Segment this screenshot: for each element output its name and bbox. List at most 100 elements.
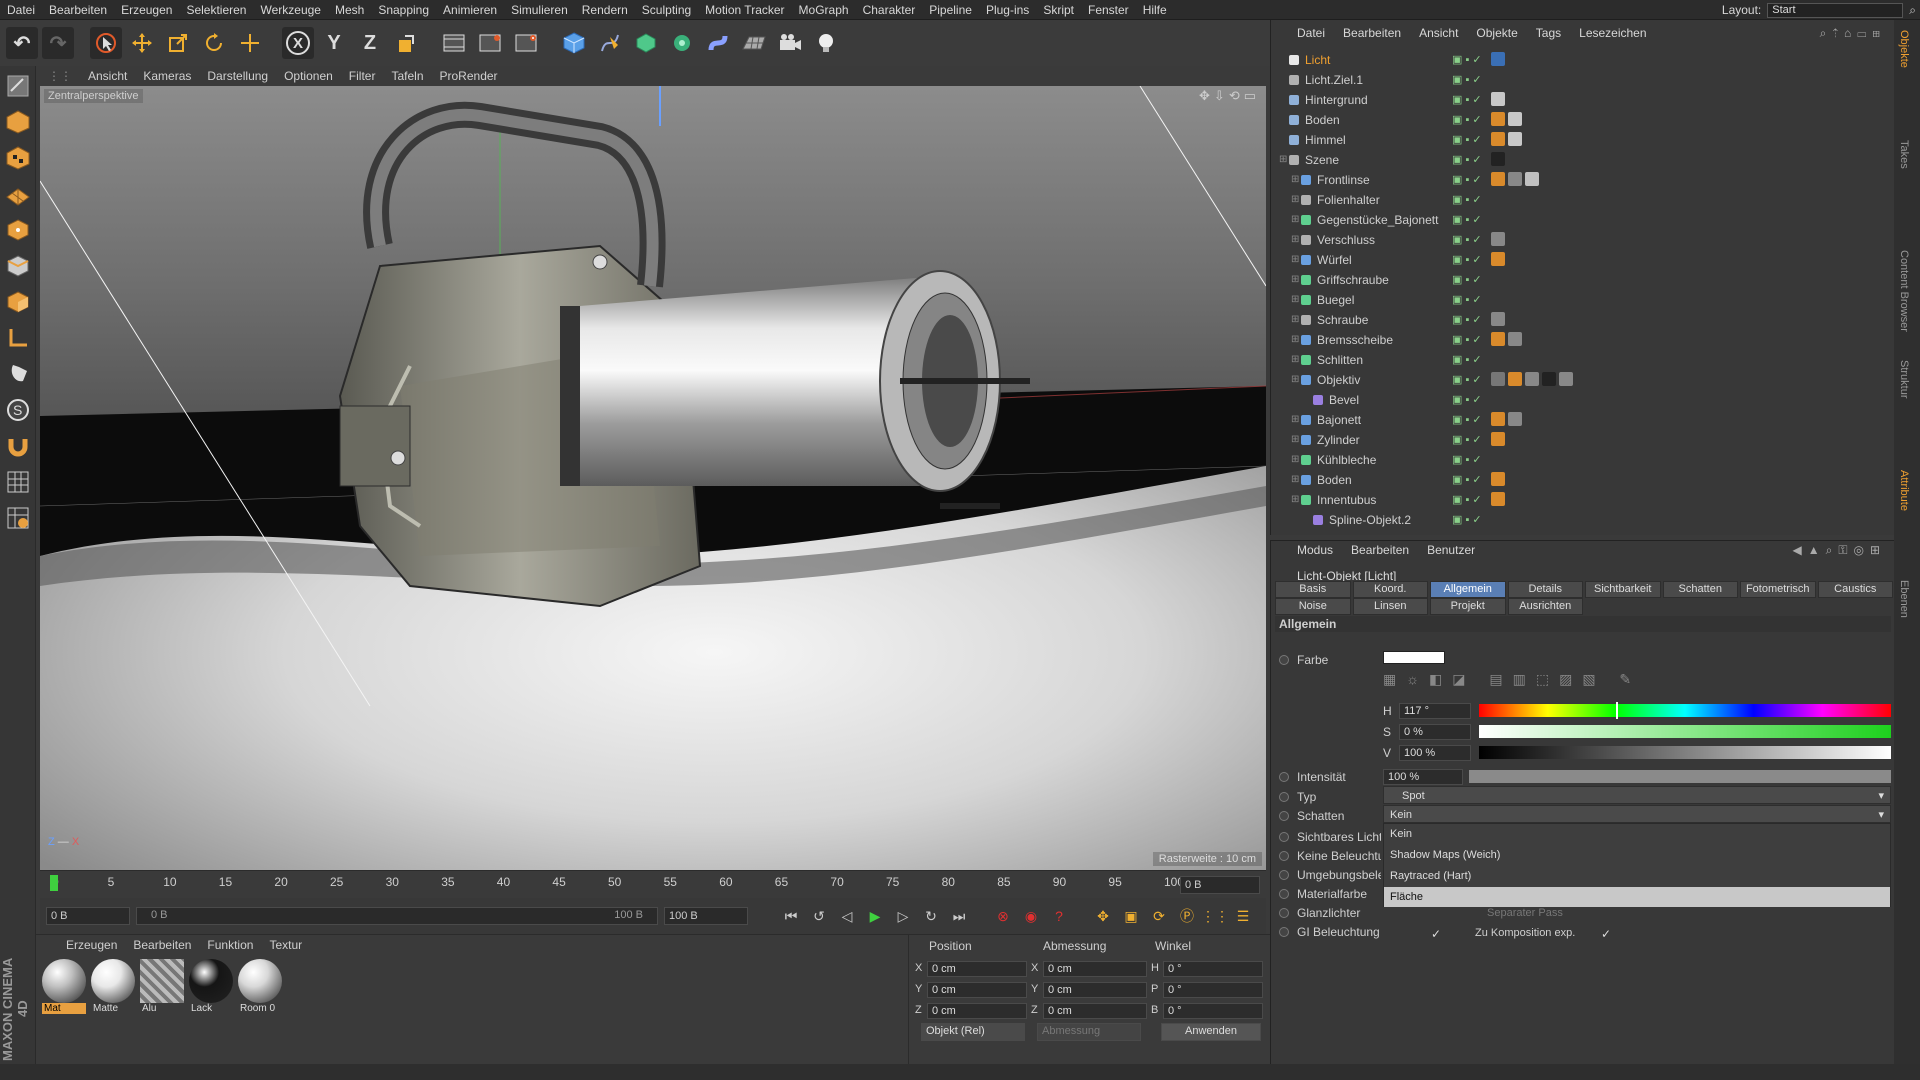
expand-icon[interactable]: ⊞ [1291,310,1299,330]
tag-icon[interactable] [1491,332,1505,346]
visibility-toggles[interactable]: ▣ ▪ ✓ [1452,333,1492,347]
visibility-toggles[interactable]: ▣ ▪ ✓ [1452,153,1492,167]
rotate-tool-icon[interactable] [198,27,230,59]
workplane-mode-icon[interactable] [2,178,34,210]
attribute-menu-item[interactable]: Benutzer [1427,543,1475,557]
edges-mode-icon[interactable] [2,250,34,282]
camera-icon[interactable] [774,27,806,59]
object-row[interactable]: Licht.Ziel.1 ▣ ▪ ✓ [1277,70,1887,90]
render-settings-icon[interactable] [510,27,542,59]
axis-mode-icon[interactable] [2,322,34,354]
param-anim-dot[interactable] [1279,851,1289,861]
menu-item[interactable]: Erzeugen [114,0,179,20]
expand-icon[interactable]: ⊞ [1291,230,1299,250]
go-to-end-icon[interactable]: ⏭ [948,905,970,927]
polygons-mode-icon[interactable] [2,286,34,318]
menu-item[interactable]: Snapping [371,0,436,20]
menu-item[interactable]: Skript [1036,0,1081,20]
hue-slider[interactable] [1479,704,1891,717]
visibility-toggles[interactable]: ▣ ▪ ✓ [1452,473,1492,487]
object-row[interactable]: ⊞ Kühlbleche ▣ ▪ ✓ [1277,450,1887,470]
go-to-start-icon[interactable]: ⏮ [780,905,802,927]
points-mode-icon[interactable] [2,214,34,246]
param-anim-dot[interactable] [1279,908,1289,918]
param-anim-dot[interactable] [1279,927,1289,937]
visibility-toggles[interactable]: ▣ ▪ ✓ [1452,93,1492,107]
visibility-toggles[interactable]: ▣ ▪ ✓ [1452,293,1492,307]
zu-komposition-check[interactable]: ✓ [1601,927,1611,941]
expand-icon[interactable]: ⊞ [1291,450,1299,470]
tag-icon[interactable] [1491,492,1505,506]
expand-icon[interactable]: ⊞ [1291,190,1299,210]
h-field[interactable]: 117 ° [1399,703,1471,719]
object-row[interactable]: Licht ▣ ▪ ✓ [1277,50,1887,70]
make-editable-icon[interactable] [2,70,34,102]
timeline-ruler[interactable]: 0510152025303540455055606570758085909510… [40,870,1266,898]
viewport-menu-item[interactable]: Optionen [284,69,333,83]
visibility-toggles[interactable]: ▣ ▪ ✓ [1452,213,1492,227]
menu-item[interactable]: Simulieren [504,0,575,20]
intensity-slider[interactable] [1469,770,1891,783]
key-rotation-icon[interactable]: ⟳ [1148,905,1170,927]
tag-icon[interactable] [1525,372,1539,386]
visibility-toggles[interactable]: ▣ ▪ ✓ [1452,433,1492,447]
side-tab[interactable]: Content Browser [1898,250,1910,332]
tag-icon[interactable] [1542,372,1556,386]
s-field[interactable]: 0 % [1399,724,1471,740]
cube-icon[interactable] [558,27,590,59]
start-frame-field[interactable]: 0 B [46,907,130,925]
material-thumbnail[interactable]: Lack [189,959,233,1017]
attribute-tab[interactable]: Allgemein [1430,581,1506,598]
expand-icon[interactable]: ⊞ [1291,490,1299,510]
undo-icon[interactable]: ↶ [6,27,38,59]
expand-icon[interactable]: ⊞ [1291,290,1299,310]
object-manager-icons[interactable]: ⌕⇡⌂▭⊞ [1820,26,1886,41]
viewport-menu-item[interactable]: Filter [349,69,376,83]
pen-spline-icon[interactable] [594,27,626,59]
intensity-anim-dot[interactable] [1279,772,1289,782]
visibility-toggles[interactable]: ▣ ▪ ✓ [1452,493,1492,507]
attribute-tab[interactable]: Koord. [1352,581,1428,598]
farbe-anim-dot[interactable] [1279,655,1289,665]
key-parameter-icon[interactable]: Ⓟ [1176,905,1198,927]
object-row[interactable]: ⊞ Bajonett ▣ ▪ ✓ [1277,410,1887,430]
dropdown-option[interactable]: Raytraced (Hart) [1384,866,1890,886]
dropdown-option[interactable]: Fläche [1384,887,1890,907]
object-row[interactable]: ⊞ Zylinder ▣ ▪ ✓ [1277,430,1887,450]
param-anim-dot[interactable] [1279,832,1289,842]
expand-icon[interactable]: ⊞ [1291,470,1299,490]
rotation-field[interactable]: 0 ° [1163,982,1263,998]
playhead[interactable] [50,875,58,891]
tag-icon[interactable] [1508,112,1522,126]
viewport-nav-icons[interactable]: ✥⇩⟲▭ [1199,88,1260,104]
menu-item[interactable]: Mesh [328,0,371,20]
object-row[interactable]: ⊞ Griffschraube ▣ ▪ ✓ [1277,270,1887,290]
param-anim-dot[interactable] [1279,870,1289,880]
color-mode-icons[interactable]: ▦☼◧◪ ▤▥⬚▨▧ ✎ [1383,671,1641,688]
expand-icon[interactable]: ⊞ [1291,370,1299,390]
expand-icon[interactable]: ⊞ [1291,270,1299,290]
snap-icon[interactable]: S [2,394,34,426]
attribute-tab[interactable]: Details [1507,581,1583,598]
object-row[interactable]: Boden ▣ ▪ ✓ [1277,110,1887,130]
object-row[interactable]: ⊞ Frontlinse ▣ ▪ ✓ [1277,170,1887,190]
floor-icon[interactable] [738,27,770,59]
expand-icon[interactable]: ⊞ [1291,250,1299,270]
tag-icon[interactable] [1525,172,1539,186]
attribute-nav-icons[interactable]: ◀▲⌕⚿◎⊞ [1793,543,1886,558]
deformer-icon[interactable] [702,27,734,59]
tag-icon[interactable] [1508,132,1522,146]
object-row[interactable]: Himmel ▣ ▪ ✓ [1277,130,1887,150]
object-row[interactable]: ⊞ Boden ▣ ▪ ✓ [1277,470,1887,490]
position-field[interactable]: 0 cm [927,961,1027,977]
attribute-menu-item[interactable]: Bearbeiten [1351,543,1409,557]
key-position-icon[interactable]: ✥ [1092,905,1114,927]
object-menu-item[interactable]: Bearbeiten [1343,26,1401,42]
material-thumbnail[interactable]: Alu [140,959,184,1017]
move-tool-icon[interactable] [126,27,158,59]
object-row[interactable]: ⊞ Schraube ▣ ▪ ✓ [1277,310,1887,330]
render-picture-viewer-icon[interactable] [474,27,506,59]
auto-key-icon[interactable]: ◉ [1020,905,1042,927]
apply-button[interactable]: Anwenden [1161,1023,1261,1041]
viewport-menu-item[interactable]: Ansicht [88,69,127,83]
